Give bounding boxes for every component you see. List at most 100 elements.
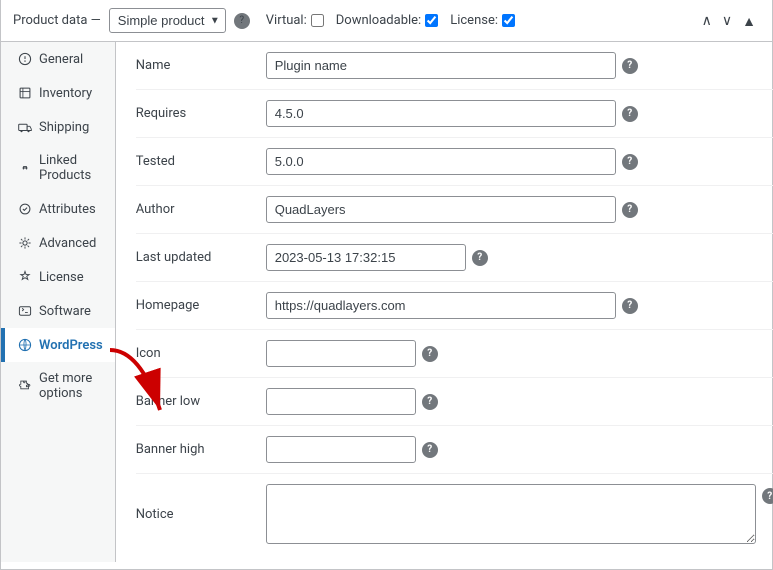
- label-author: Author: [136, 202, 266, 217]
- help-icon-icon[interactable]: ?: [422, 346, 438, 362]
- input-requires[interactable]: [266, 100, 616, 127]
- license-sidebar-icon: [17, 269, 33, 285]
- sidebar-item-inventory[interactable]: Inventory: [1, 76, 115, 110]
- sidebar-item-software[interactable]: Software: [1, 294, 115, 328]
- sidebar: General Inventory Shipping Linked Produc…: [1, 42, 116, 562]
- sidebar-label-software: Software: [39, 304, 91, 319]
- help-icon-banner-high[interactable]: ?: [422, 442, 438, 458]
- puzzle-icon: [17, 378, 33, 394]
- field-icon: ?: [266, 340, 773, 367]
- field-banner-high: ?: [266, 436, 773, 463]
- field-requires: ?: [266, 100, 773, 127]
- input-icon[interactable]: [266, 340, 416, 367]
- sidebar-item-general[interactable]: General: [1, 42, 115, 76]
- field-homepage: ?: [266, 292, 773, 319]
- label-homepage: Homepage: [136, 298, 266, 313]
- virtual-option[interactable]: Virtual:: [266, 13, 324, 28]
- form-row-author: Author ?: [136, 186, 773, 234]
- input-author[interactable]: [266, 196, 616, 223]
- inventory-icon: [17, 85, 33, 101]
- sidebar-label-wordpress: WordPress: [39, 338, 103, 353]
- form-row-icon: Icon ?: [136, 330, 773, 378]
- downloadable-option[interactable]: Downloadable:: [336, 13, 438, 28]
- form-row-last-updated: Last updated ?: [136, 234, 773, 282]
- product-type-select[interactable]: Simple product: [109, 8, 226, 33]
- sidebar-label-general: General: [39, 52, 83, 67]
- help-icon-tested[interactable]: ?: [622, 154, 638, 170]
- field-author: ?: [266, 196, 773, 223]
- input-last-updated[interactable]: [266, 244, 466, 271]
- software-icon: [17, 303, 33, 319]
- input-name[interactable]: [266, 52, 616, 79]
- help-icon-notice[interactable]: ?: [762, 488, 773, 504]
- label-requires: Requires: [136, 106, 266, 121]
- label-notice: Notice: [136, 507, 266, 522]
- virtual-checkbox[interactable]: [311, 14, 324, 27]
- input-banner-high[interactable]: [266, 436, 416, 463]
- product-data-body: General Inventory Shipping Linked Produc…: [1, 42, 772, 562]
- form-row-banner-low: Banner low ?: [136, 378, 773, 426]
- label-icon: Icon: [136, 346, 266, 361]
- form-row-tested: Tested ?: [136, 138, 773, 186]
- help-icon-homepage[interactable]: ?: [622, 298, 638, 314]
- product-data-panel: Product data — Simple product ▼ ? Virtua…: [0, 0, 773, 570]
- sidebar-label-attributes: Attributes: [39, 202, 96, 217]
- field-notice: ?: [266, 484, 773, 544]
- sidebar-item-advanced[interactable]: Advanced: [1, 226, 115, 260]
- field-tested: ?: [266, 148, 773, 175]
- main-content: Name ? Requires ? Tested ?: [116, 42, 773, 562]
- input-homepage[interactable]: [266, 292, 616, 319]
- product-data-header: Product data — Simple product ▼ ? Virtua…: [1, 0, 772, 42]
- form-row-requires: Requires ?: [136, 90, 773, 138]
- label-banner-high: Banner high: [136, 442, 266, 457]
- attributes-icon: [17, 201, 33, 217]
- license-checkbox[interactable]: [502, 14, 515, 27]
- downloadable-label: Downloadable:: [336, 13, 421, 28]
- sidebar-label-advanced: Advanced: [39, 236, 96, 251]
- label-tested: Tested: [136, 154, 266, 169]
- field-banner-low: ?: [266, 388, 773, 415]
- form-row-name: Name ?: [136, 42, 773, 90]
- sidebar-label-shipping: Shipping: [39, 120, 89, 135]
- product-type-selector[interactable]: Simple product ▼: [109, 8, 226, 33]
- sidebar-label-linked-products: Linked Products: [39, 153, 103, 183]
- link-icon: [17, 160, 33, 176]
- help-icon-requires[interactable]: ?: [622, 106, 638, 122]
- field-last-updated: ?: [266, 244, 773, 271]
- sidebar-item-linked-products[interactable]: Linked Products: [1, 144, 115, 192]
- general-icon: [17, 51, 33, 67]
- input-tested[interactable]: [266, 148, 616, 175]
- input-banner-low[interactable]: [266, 388, 416, 415]
- form-row-notice: Notice ?: [136, 474, 773, 554]
- sidebar-item-shipping[interactable]: Shipping: [1, 110, 115, 144]
- product-options: Virtual: Downloadable: License:: [266, 13, 515, 28]
- sidebar-item-license[interactable]: License: [1, 260, 115, 294]
- license-option[interactable]: License:: [450, 13, 515, 28]
- label-banner-low: Banner low: [136, 394, 266, 409]
- help-icon-name[interactable]: ?: [622, 58, 638, 74]
- license-label: License:: [450, 13, 498, 28]
- label-last-updated: Last updated: [136, 250, 266, 265]
- help-icon-banner-low[interactable]: ?: [422, 394, 438, 410]
- nav-expand-button[interactable]: ▲: [738, 10, 760, 31]
- nav-arrows: ∧ ∨ ▲: [698, 10, 760, 31]
- label-name: Name: [136, 58, 266, 73]
- help-icon-last-updated[interactable]: ?: [472, 250, 488, 266]
- product-type-help-icon[interactable]: ?: [234, 13, 250, 29]
- product-data-label: Product data —: [13, 13, 101, 28]
- advanced-icon: [17, 235, 33, 251]
- sidebar-item-get-more[interactable]: Get more options: [1, 362, 115, 410]
- input-notice[interactable]: [266, 484, 756, 544]
- sidebar-label-license: License: [39, 270, 84, 285]
- downloadable-checkbox[interactable]: [425, 14, 438, 27]
- wordpress-icon: [17, 337, 33, 353]
- nav-down-button[interactable]: ∨: [718, 10, 736, 31]
- nav-up-button[interactable]: ∧: [698, 10, 716, 31]
- sidebar-label-get-more: Get more options: [39, 371, 103, 401]
- sidebar-label-inventory: Inventory: [39, 86, 92, 101]
- sidebar-item-wordpress[interactable]: WordPress: [1, 328, 115, 362]
- sidebar-item-attributes[interactable]: Attributes: [1, 192, 115, 226]
- help-icon-author[interactable]: ?: [622, 202, 638, 218]
- virtual-label: Virtual:: [266, 13, 307, 28]
- form-row-banner-high: Banner high ?: [136, 426, 773, 474]
